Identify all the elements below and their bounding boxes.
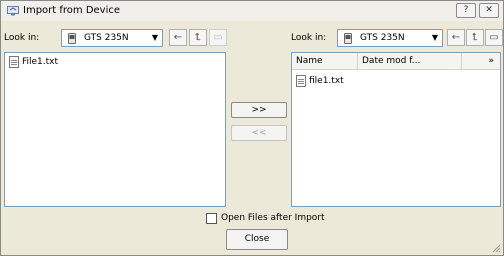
column-name[interactable]: Name [292, 53, 358, 70]
help-button[interactable]: ? [456, 3, 476, 18]
right-look-in-label: Look in: [291, 33, 327, 43]
window-title: Import from Device [23, 5, 121, 16]
import-device-icon [7, 6, 19, 16]
resize-grip-icon[interactable] [491, 243, 501, 253]
close-button[interactable]: Close [226, 229, 288, 250]
right-location-combo[interactable]: GTS 235N ▼ [337, 29, 443, 47]
new-folder-icon: ▭ [213, 32, 223, 43]
device-icon [344, 33, 352, 44]
title-bar: Import from Device ? ✕ [1, 1, 503, 21]
chevron-down-icon[interactable]: ▼ [148, 30, 162, 46]
import-dialog: Import from Device ? ✕ Look in: GTS 235N… [0, 0, 504, 256]
new-folder-icon: ▭ [489, 32, 499, 43]
left-up-folder-button[interactable]: ⮤ [189, 29, 207, 46]
transfer-left-button[interactable]: << [231, 125, 287, 141]
back-arrow-icon: ← [451, 32, 461, 43]
left-location-combo[interactable]: GTS 235N ▼ [61, 29, 163, 47]
right-back-button[interactable]: ← [447, 29, 465, 46]
open-files-label: Open Files after Import [221, 213, 325, 223]
left-look-in-label: Look in: [4, 33, 40, 43]
left-file-list[interactable]: File1.txt [4, 52, 226, 207]
back-arrow-icon: ← [173, 32, 183, 43]
left-back-button[interactable]: ← [169, 29, 187, 46]
list-item[interactable]: File1.txt [9, 56, 58, 68]
list-item[interactable]: file1.txt [296, 75, 344, 87]
device-icon [68, 33, 76, 44]
more-columns-button[interactable]: » [462, 53, 500, 70]
column-date-modified[interactable]: Date mod f... [358, 53, 462, 70]
file-name: File1.txt [22, 57, 59, 67]
up-folder-icon: ⮤ [195, 32, 201, 43]
transfer-right-button[interactable]: >> [231, 102, 287, 118]
right-new-folder-button[interactable]: ▭ [485, 29, 503, 46]
text-file-icon [9, 56, 19, 68]
file-name: file1.txt [309, 76, 344, 86]
left-location-text: GTS 235N [84, 33, 129, 43]
text-file-icon [296, 75, 306, 87]
chevron-down-icon[interactable]: ▼ [428, 30, 442, 46]
close-window-button[interactable]: ✕ [479, 3, 499, 18]
right-location-text: GTS 235N [360, 33, 405, 43]
right-up-folder-button[interactable]: ⮤ [466, 29, 484, 46]
up-folder-icon: ⮤ [472, 32, 478, 43]
open-files-checkbox[interactable] [206, 213, 217, 224]
left-new-folder-button[interactable]: ▭ [209, 29, 227, 46]
right-file-list[interactable]: Name Date mod f... » file1.txt [291, 52, 501, 207]
